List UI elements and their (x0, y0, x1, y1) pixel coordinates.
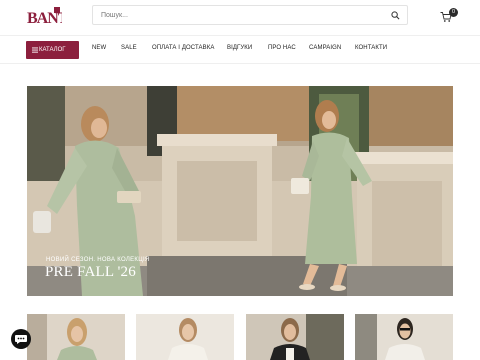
nav-item-campaign[interactable]: CAMPAIGN (309, 45, 341, 51)
product-image (136, 314, 234, 360)
product-image (27, 314, 125, 360)
product-image (355, 314, 453, 360)
catalog-button[interactable]: КАТАЛОГ (26, 41, 79, 59)
page: BANT 0 КАТАЛОГ NEW SALE (0, 0, 480, 360)
brand-logo[interactable]: BANT (26, 6, 62, 28)
catalog-label: КАТАЛОГ (39, 47, 66, 53)
nav-item-new[interactable]: NEW (92, 45, 106, 51)
chat-icon (15, 335, 27, 344)
hero-subtitle: НОВИЙ СЕЗОН. НОВА КОЛЕКЦІЯ (46, 257, 150, 263)
search-icon[interactable] (391, 11, 400, 20)
product-card[interactable] (27, 314, 125, 360)
nav-item-payment-delivery[interactable]: ОПЛАТА І ДОСТАВКА (152, 45, 214, 51)
main-nav: КАТАЛОГ NEW SALE ОПЛАТА І ДОСТАВКА ВІДГУ… (0, 35, 480, 64)
search-bar (92, 5, 408, 25)
product-card[interactable] (136, 314, 234, 360)
nav-item-contacts[interactable]: КОНТАКТИ (355, 45, 387, 51)
nav-item-sale[interactable]: SALE (121, 45, 137, 51)
header: BANT 0 (0, 0, 480, 35)
nav-item-about[interactable]: ПРО НАС (268, 45, 296, 51)
hero-title: PRE FALL '26 (45, 264, 136, 280)
chat-button[interactable] (11, 329, 31, 349)
product-card[interactable] (355, 314, 453, 360)
product-image (246, 314, 344, 360)
nav-item-reviews[interactable]: ВІДГУКИ (227, 45, 252, 51)
product-card[interactable] (246, 314, 344, 360)
menu-icon (32, 47, 38, 53)
cart-count-badge: 0 (449, 8, 458, 17)
search-input[interactable] (101, 8, 381, 23)
